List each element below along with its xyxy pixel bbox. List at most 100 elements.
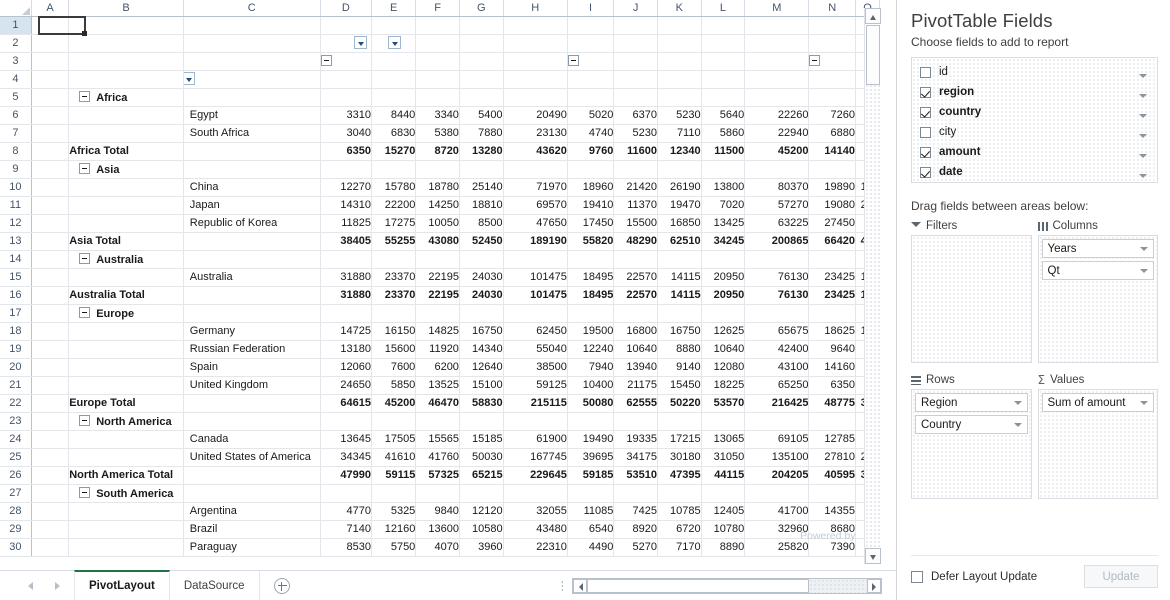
cell-K3[interactable] [657, 52, 701, 70]
pivot-value-cell[interactable] [320, 484, 371, 502]
pivot-value-cell[interactable]: 62450 [503, 322, 567, 340]
pivot-value-cell[interactable] [745, 484, 809, 502]
cell-A13[interactable] [31, 232, 68, 250]
pivot-value-cell[interactable]: 17450 [567, 214, 614, 232]
scroll-right-icon[interactable] [867, 579, 881, 593]
cell-N2[interactable] [809, 34, 856, 52]
row-header-17[interactable]: 17 [0, 304, 31, 322]
pivot-value-cell[interactable]: 10640 [701, 340, 745, 358]
chevron-down-icon[interactable] [1139, 94, 1147, 98]
pivot-value-cell[interactable]: 5860 [701, 124, 745, 142]
cell-A15[interactable] [31, 268, 68, 286]
row-header-4[interactable]: 4 [0, 70, 31, 88]
pivot-value-cell[interactable]: 24030 [459, 286, 503, 304]
cell-A11[interactable] [31, 196, 68, 214]
sheet-tab-bar[interactable]: PivotLayout DataSource [0, 570, 896, 600]
pivot-data-row[interactable]: 18Germany1472516150148251675062450195001… [0, 322, 880, 340]
scroll-down-icon[interactable] [865, 548, 881, 564]
cell-L1[interactable] [701, 16, 745, 34]
field-row-city[interactable]: city [912, 122, 1157, 142]
pivot-value-cell[interactable]: 229645 [503, 466, 567, 484]
pivot-value-cell[interactable] [416, 484, 460, 502]
pivot-value-cell[interactable]: 7600 [371, 358, 415, 376]
pivot-value-cell[interactable]: 11825 [320, 214, 371, 232]
pivot-value-cell[interactable]: 53510 [614, 466, 658, 484]
row-header-28[interactable]: 28 [0, 502, 31, 520]
pivot-value-cell[interactable] [809, 412, 856, 430]
add-sheet-icon[interactable] [274, 578, 290, 594]
collapse-icon[interactable] [568, 55, 579, 66]
pivot-value-cell[interactable]: 10400 [567, 376, 614, 394]
pivot-value-cell[interactable]: 41700 [745, 502, 809, 520]
cell-A7[interactable] [31, 124, 68, 142]
scroll-left-icon[interactable] [573, 579, 587, 593]
cell-E3[interactable] [371, 52, 415, 70]
pivot-value-cell[interactable] [809, 88, 856, 106]
pivot-value-cell[interactable]: 12060 [320, 358, 371, 376]
cell-A6[interactable] [31, 106, 68, 124]
cell-I1[interactable] [567, 16, 614, 34]
cell-F1[interactable] [416, 16, 460, 34]
pivot-value-cell[interactable]: 7170 [657, 538, 701, 556]
pivot-region-cell[interactable] [69, 196, 184, 214]
quarter-header-j[interactable]: Qtr2 [614, 70, 658, 88]
pivot-value-cell[interactable]: 61900 [503, 430, 567, 448]
pivot-value-cell[interactable] [614, 412, 658, 430]
pivot-value-cell[interactable] [503, 160, 567, 178]
pivot-data-row[interactable]: 10China122701578018780251407197018960214… [0, 178, 880, 196]
pivot-value-cell[interactable]: 18225 [701, 376, 745, 394]
pivot-value-cell[interactable]: 7880 [459, 124, 503, 142]
pivot-value-cell[interactable]: 7140 [320, 520, 371, 538]
pivot-value-cell[interactable]: 14725 [320, 322, 371, 340]
pivot-value-cell[interactable]: 4740 [567, 124, 614, 142]
pivot-value-cell[interactable]: 19335 [614, 430, 658, 448]
pivot-value-cell[interactable]: 19490 [567, 430, 614, 448]
pivot-value-cell[interactable]: 43620 [503, 142, 567, 160]
pivot-value-cell[interactable]: 62510 [657, 232, 701, 250]
pivot-value-cell[interactable] [371, 250, 415, 268]
pivot-value-cell[interactable]: 15185 [459, 430, 503, 448]
pivot-value-cell[interactable]: 76130 [745, 286, 809, 304]
pivot-region-cell[interactable]: Europe [69, 304, 184, 322]
row-header-19[interactable]: 19 [0, 340, 31, 358]
pivot-value-cell[interactable]: 13280 [459, 142, 503, 160]
pivot-value-cell[interactable]: 13180 [320, 340, 371, 358]
pivot-value-cell[interactable]: 6200 [416, 358, 460, 376]
cell-A24[interactable] [31, 430, 68, 448]
pivot-value-cell[interactable]: 6350 [320, 142, 371, 160]
pivot-value-cell[interactable] [701, 412, 745, 430]
sheet-tab-datasource[interactable]: DataSource [170, 571, 260, 600]
cell-A27[interactable] [31, 484, 68, 502]
column-header-j[interactable]: J [614, 0, 658, 16]
column-field-pill[interactable]: Qt [1042, 261, 1155, 280]
cell-C2[interactable] [183, 34, 320, 52]
pivot-value-cell[interactable]: 52450 [459, 232, 503, 250]
pivot-value-cell[interactable]: 20490 [503, 106, 567, 124]
cell-A12[interactable] [31, 214, 68, 232]
pivot-value-cell[interactable]: 189190 [503, 232, 567, 250]
pivot-value-cell[interactable] [503, 250, 567, 268]
cell-A18[interactable] [31, 322, 68, 340]
cell-L3[interactable] [701, 52, 745, 70]
pivot-quarter-header-row[interactable]: 4RegionCountryQtr1Qtr2Qtr3Qtr4Qtr1Qtr2Qt… [0, 70, 880, 88]
pivot-value-cell[interactable] [416, 304, 460, 322]
pivot-value-cell[interactable]: 11370 [614, 196, 658, 214]
row-header-6[interactable]: 6 [0, 106, 31, 124]
pivot-value-cell[interactable]: 12340 [657, 142, 701, 160]
pivot-total-row[interactable]: 22Europe Total64615452004647058830215115… [0, 394, 880, 412]
pivot-value-cell[interactable]: 7110 [657, 124, 701, 142]
pivot-value-cell[interactable]: 34175 [614, 448, 658, 466]
pivot-value-cell[interactable]: 7425 [614, 502, 658, 520]
pivot-value-cell[interactable]: 66420 [809, 232, 856, 250]
pivot-value-cell[interactable]: 5380 [416, 124, 460, 142]
pivot-value-cell[interactable]: 13800 [701, 178, 745, 196]
pivot-country-cell[interactable] [183, 286, 320, 304]
pivot-value-cell[interactable]: 15100 [459, 376, 503, 394]
filters-dropzone[interactable] [911, 235, 1032, 363]
row-header-14[interactable]: 14 [0, 250, 31, 268]
cell-A8[interactable] [31, 142, 68, 160]
pivot-value-cell[interactable] [416, 412, 460, 430]
pivot-value-cell[interactable]: 11085 [567, 502, 614, 520]
pivot-value-cell[interactable]: 15600 [371, 340, 415, 358]
pivot-value-cell[interactable]: 6720 [657, 520, 701, 538]
